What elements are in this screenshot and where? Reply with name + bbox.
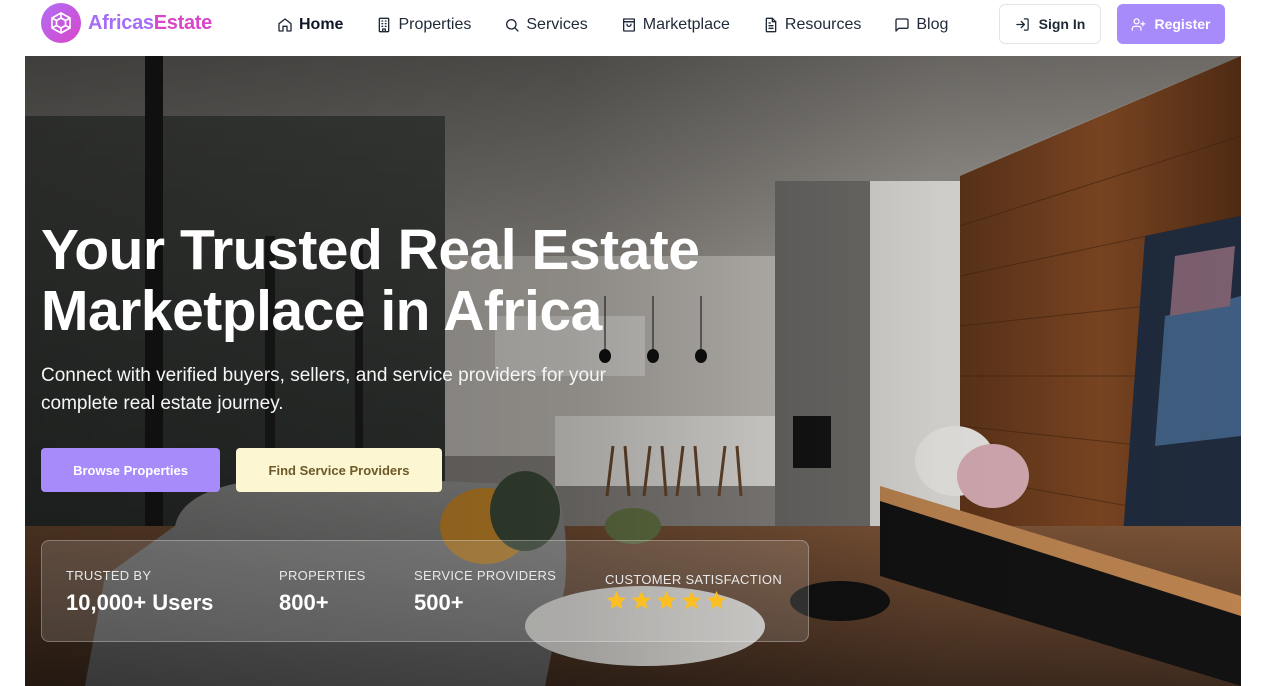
star-icon xyxy=(681,590,702,610)
nav-item-label: Home xyxy=(299,16,344,33)
nav-item-properties[interactable]: Properties xyxy=(376,13,471,37)
star-icon xyxy=(656,590,677,610)
nav-item-label: Blog xyxy=(916,16,949,33)
brand-name-part1: Africas xyxy=(88,11,154,34)
register-label: Register xyxy=(1154,16,1211,32)
find-service-providers-button[interactable]: Find Service Providers xyxy=(236,448,442,492)
hexagon-cube-icon xyxy=(41,3,81,43)
main-menu: Home Properties Services Marketplace Res… xyxy=(277,13,948,37)
log-in-icon xyxy=(1015,17,1029,31)
brand-logo[interactable]: AfricasEstate xyxy=(41,3,212,43)
home-icon xyxy=(278,18,292,32)
stat-service-providers: SERVICE PROVIDERS 500+ xyxy=(414,568,556,616)
stat-value: 10,000+ Users xyxy=(66,590,214,615)
nav-item-label: Resources xyxy=(784,16,862,33)
shopping-bag-icon xyxy=(622,18,635,32)
star-icon xyxy=(631,590,652,610)
stats-panel: TRUSTED BY 10,000+ Users PROPERTIES 800+… xyxy=(41,540,809,642)
sign-in-label: Sign In xyxy=(1038,16,1086,32)
brand-name-part2: Estate xyxy=(153,11,213,34)
stat-label: TRUSTED BY xyxy=(66,568,152,583)
top-nav: AfricasEstate Home Properties Services M… xyxy=(25,0,1241,52)
nav-item-label: Services xyxy=(526,16,588,33)
hero-title-line2: Marketplace in Africa xyxy=(41,279,602,343)
hero-subtitle: Connect with verified buyers, sellers, a… xyxy=(41,365,606,414)
brand-name: AfricasEstate xyxy=(88,12,212,35)
message-square-icon xyxy=(895,18,910,32)
search-icon xyxy=(506,19,520,32)
building-icon xyxy=(379,17,390,33)
document-icon xyxy=(765,17,777,33)
sign-in-button[interactable]: Sign In xyxy=(999,4,1101,44)
hero-title-line1: Your Trusted Real Estate xyxy=(41,218,700,282)
star-icon xyxy=(706,590,727,610)
stat-trusted-by: TRUSTED BY 10,000+ Users xyxy=(66,568,213,616)
nav-item-label: Properties xyxy=(398,16,472,33)
stat-customer-satisfaction: CUSTOMER SATISFACTION xyxy=(605,572,782,612)
register-button[interactable]: Register xyxy=(1117,4,1225,44)
nav-item-label: Marketplace xyxy=(642,16,730,33)
stat-label: SERVICE PROVIDERS xyxy=(414,568,557,583)
hero-section: Your Trusted Real Estate Marketplace in … xyxy=(25,56,1241,686)
stat-label: PROPERTIES xyxy=(279,568,366,583)
stat-value: 800+ xyxy=(279,590,329,615)
nav-item-home[interactable]: Home xyxy=(277,13,343,37)
nav-item-resources[interactable]: Resources xyxy=(763,13,861,37)
browse-properties-button[interactable]: Browse Properties xyxy=(41,448,220,492)
stat-properties: PROPERTIES 800+ xyxy=(279,568,366,616)
nav-item-marketplace[interactable]: Marketplace xyxy=(621,13,730,37)
hero-title: Your Trusted Real Estate Marketplace in … xyxy=(41,220,801,342)
user-plus-icon xyxy=(1132,17,1146,31)
star-icon xyxy=(606,590,627,610)
nav-item-blog[interactable]: Blog xyxy=(894,13,948,37)
stat-value: 500+ xyxy=(414,590,464,615)
star-rating xyxy=(605,589,782,612)
nav-item-services[interactable]: Services xyxy=(504,13,588,37)
stat-label: CUSTOMER SATISFACTION xyxy=(605,572,783,587)
